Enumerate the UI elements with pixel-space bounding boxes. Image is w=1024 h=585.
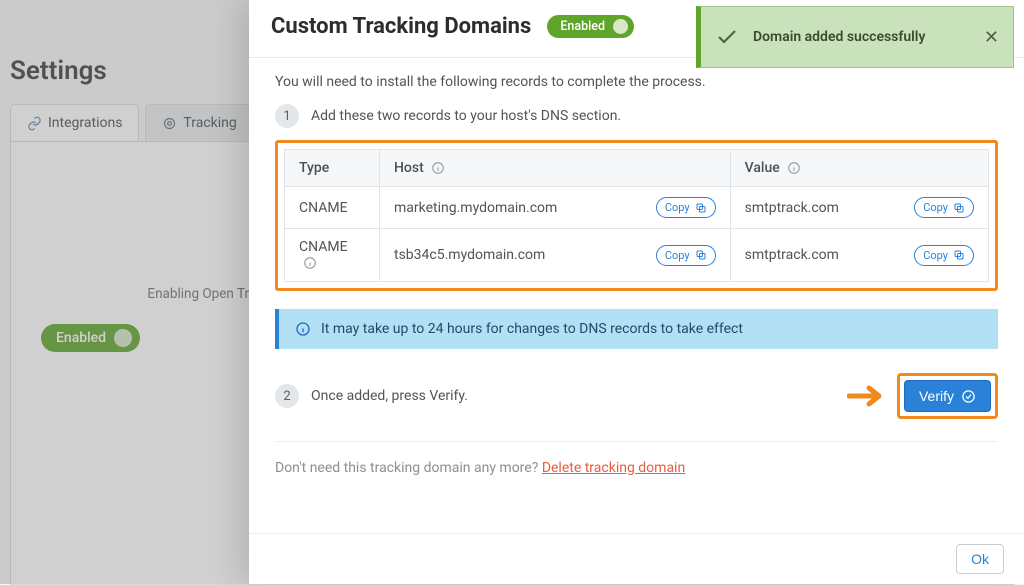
modal-title: Custom Tracking Domains — [271, 14, 531, 39]
intro-text: You will need to install the following r… — [275, 74, 998, 90]
col-type: Type — [285, 150, 380, 187]
copy-button[interactable]: Copy — [914, 245, 974, 266]
divider — [275, 441, 998, 442]
banner-text: It may take up to 24 hours for changes t… — [321, 321, 743, 337]
cell-value: smtptrack.com Copy — [730, 187, 988, 229]
table-row: CNAME marketing.mydomain.com Copy — [285, 187, 989, 229]
step-text: Add these two records to your host's DNS… — [311, 108, 621, 124]
copy-button[interactable]: Copy — [656, 197, 716, 218]
cell-host: tsb34c5.mydomain.com Copy — [380, 229, 731, 282]
step-number: 2 — [275, 384, 299, 408]
modal-footer: Ok — [249, 533, 1024, 584]
check-icon — [715, 25, 739, 49]
domain-enabled-toggle[interactable]: Enabled — [547, 15, 634, 38]
modal-header: Custom Tracking Domains Enabled Domain a… — [249, 0, 1024, 58]
delete-row: Don't need this tracking domain any more… — [275, 460, 998, 476]
table-row: CNAME tsb34c5.mydomain.com Copy — [285, 229, 989, 282]
toggle-label: Enabled — [560, 19, 605, 34]
ok-button[interactable]: Ok — [956, 544, 1004, 574]
info-icon — [295, 321, 311, 337]
delete-domain-link[interactable]: Delete tracking domain — [542, 460, 685, 476]
modal-body: You will need to install the following r… — [249, 58, 1024, 533]
dns-records-table: Type Host Value — [284, 149, 989, 282]
delete-question: Don't need this tracking domain any more… — [275, 460, 542, 476]
step-text: Once added, press Verify. — [311, 388, 468, 404]
dns-table-highlight: Type Host Value — [275, 140, 998, 291]
info-icon[interactable] — [787, 161, 801, 175]
step-1: 1 Add these two records to your host's D… — [275, 104, 998, 128]
cell-type: CNAME — [285, 187, 380, 229]
toggle-knob — [613, 19, 628, 34]
col-value: Value — [730, 150, 988, 187]
verify-highlight: Verify — [897, 373, 998, 419]
success-toast: Domain added successfully ✕ — [696, 6, 1014, 68]
arrow-right-icon — [847, 384, 887, 408]
cell-type: CNAME — [285, 229, 380, 282]
copy-button[interactable]: Copy — [914, 197, 974, 218]
dns-delay-banner: It may take up to 24 hours for changes t… — [275, 309, 998, 349]
copy-button[interactable]: Copy — [656, 245, 716, 266]
cell-value: smtptrack.com Copy — [730, 229, 988, 282]
custom-tracking-domains-modal: Custom Tracking Domains Enabled Domain a… — [249, 0, 1024, 584]
toast-text: Domain added successfully — [753, 29, 925, 45]
toast-close-button[interactable]: ✕ — [984, 27, 999, 48]
step-2: 2 Once added, press Verify. Verify — [275, 373, 998, 419]
cell-host: marketing.mydomain.com Copy — [380, 187, 731, 229]
info-icon[interactable] — [303, 256, 317, 270]
step-number: 1 — [275, 104, 299, 128]
verify-button[interactable]: Verify — [904, 380, 991, 412]
col-host: Host — [380, 150, 731, 187]
info-icon[interactable] — [431, 161, 445, 175]
